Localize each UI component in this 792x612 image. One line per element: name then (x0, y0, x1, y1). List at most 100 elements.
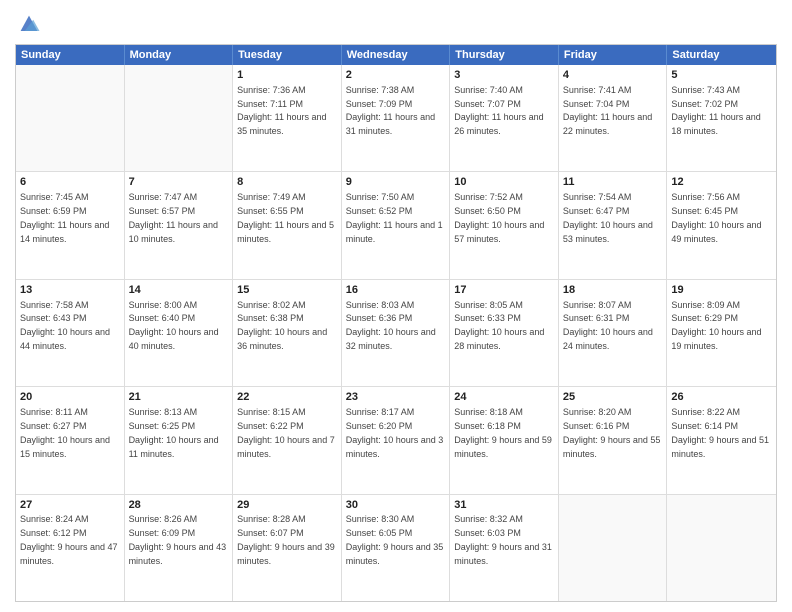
cell-info: Sunrise: 8:22 AMSunset: 6:14 PMDaylight:… (671, 407, 769, 458)
weekday-header-thursday: Thursday (450, 45, 559, 65)
calendar-cell-empty (125, 65, 234, 171)
cell-info: Sunrise: 8:28 AMSunset: 6:07 PMDaylight:… (237, 514, 335, 565)
calendar-cell-day-23: 23 Sunrise: 8:17 AMSunset: 6:20 PMDayligh… (342, 387, 451, 493)
cell-info: Sunrise: 8:15 AMSunset: 6:22 PMDaylight:… (237, 407, 335, 458)
calendar-cell-day-22: 22 Sunrise: 8:15 AMSunset: 6:22 PMDayligh… (233, 387, 342, 493)
day-number: 28 (129, 498, 229, 513)
logo-icon (15, 10, 43, 38)
day-number: 6 (20, 175, 120, 190)
weekday-header-saturday: Saturday (667, 45, 776, 65)
cell-info: Sunrise: 8:05 AMSunset: 6:33 PMDaylight:… (454, 300, 544, 351)
calendar-cell-day-26: 26 Sunrise: 8:22 AMSunset: 6:14 PMDayligh… (667, 387, 776, 493)
day-number: 29 (237, 498, 337, 513)
calendar-row-5: 27Sunrise: 8:24 AMSunset: 6:12 PMDayligh… (16, 494, 776, 601)
header (15, 10, 777, 38)
day-number: 27 (20, 498, 120, 513)
calendar-cell-day-6: 6Sunrise: 7:45 AMSunset: 6:59 PMDaylight… (16, 172, 125, 278)
day-number: 16 (346, 283, 446, 298)
cell-info: Sunrise: 8:26 AMSunset: 6:09 PMDaylight:… (129, 514, 227, 565)
day-number: 23 (346, 390, 446, 405)
calendar-cell-day-20: 20 Sunrise: 8:11 AMSunset: 6:27 PMDayligh… (16, 387, 125, 493)
calendar-cell-day-24: 24 Sunrise: 8:18 AMSunset: 6:18 PMDayligh… (450, 387, 559, 493)
day-number: 12 (671, 175, 772, 190)
calendar-cell-day-8: 8 Sunrise: 7:49 AMSunset: 6:55 PMDaylight… (233, 172, 342, 278)
calendar-cell-day-29: 29Sunrise: 8:28 AMSunset: 6:07 PMDayligh… (233, 495, 342, 601)
calendar-row-2: 6Sunrise: 7:45 AMSunset: 6:59 PMDaylight… (16, 171, 776, 278)
cell-info: Sunrise: 7:36 AMSunset: 7:11 PMDaylight:… (237, 85, 326, 136)
logo (15, 10, 47, 38)
cell-info: Sunrise: 7:50 AMSunset: 6:52 PMDaylight:… (346, 192, 443, 243)
day-number: 8 (237, 175, 337, 190)
cell-info: Sunrise: 7:41 AMSunset: 7:04 PMDaylight:… (563, 85, 652, 136)
day-number: 17 (454, 283, 554, 298)
cell-info: Sunrise: 8:02 AMSunset: 6:38 PMDaylight:… (237, 300, 327, 351)
day-number: 18 (563, 283, 663, 298)
calendar-cell-day-13: 13 Sunrise: 7:58 AMSunset: 6:43 PMDayligh… (16, 280, 125, 386)
calendar-cell-day-27: 27Sunrise: 8:24 AMSunset: 6:12 PMDayligh… (16, 495, 125, 601)
calendar-cell-day-9: 9 Sunrise: 7:50 AMSunset: 6:52 PMDaylight… (342, 172, 451, 278)
day-number: 20 (20, 390, 120, 405)
calendar-row-1: 1 Sunrise: 7:36 AMSunset: 7:11 PMDaylight… (16, 65, 776, 171)
day-number: 9 (346, 175, 446, 190)
day-number: 10 (454, 175, 554, 190)
calendar-row-3: 13 Sunrise: 7:58 AMSunset: 6:43 PMDayligh… (16, 279, 776, 386)
day-number: 21 (129, 390, 229, 405)
calendar-cell-day-21: 21Sunrise: 8:13 AMSunset: 6:25 PMDayligh… (125, 387, 234, 493)
day-number: 5 (671, 68, 772, 83)
cell-info: Sunrise: 7:40 AMSunset: 7:07 PMDaylight:… (454, 85, 543, 136)
calendar-body: 1 Sunrise: 7:36 AMSunset: 7:11 PMDaylight… (16, 65, 776, 601)
day-number: 14 (129, 283, 229, 298)
weekday-header-monday: Monday (125, 45, 234, 65)
calendar-cell-day-3: 3 Sunrise: 7:40 AMSunset: 7:07 PMDaylight… (450, 65, 559, 171)
calendar-cell-empty (667, 495, 776, 601)
calendar-cell-day-2: 2 Sunrise: 7:38 AMSunset: 7:09 PMDaylight… (342, 65, 451, 171)
cell-info: Sunrise: 7:38 AMSunset: 7:09 PMDaylight:… (346, 85, 435, 136)
day-number: 31 (454, 498, 554, 513)
weekday-header-wednesday: Wednesday (342, 45, 451, 65)
weekday-header-tuesday: Tuesday (233, 45, 342, 65)
day-number: 25 (563, 390, 663, 405)
day-number: 3 (454, 68, 554, 83)
calendar-row-4: 20 Sunrise: 8:11 AMSunset: 6:27 PMDayligh… (16, 386, 776, 493)
day-number: 22 (237, 390, 337, 405)
day-number: 11 (563, 175, 663, 190)
cell-info: Sunrise: 8:03 AMSunset: 6:36 PMDaylight:… (346, 300, 436, 351)
day-number: 2 (346, 68, 446, 83)
cell-info: Sunrise: 8:11 AMSunset: 6:27 PMDaylight:… (20, 407, 110, 458)
cell-info: Sunrise: 8:18 AMSunset: 6:18 PMDaylight:… (454, 407, 552, 458)
cell-info: Sunrise: 7:49 AMSunset: 6:55 PMDaylight:… (237, 192, 334, 243)
cell-info: Sunrise: 8:30 AMSunset: 6:05 PMDaylight:… (346, 514, 444, 565)
day-number: 7 (129, 175, 229, 190)
cell-info: Sunrise: 8:32 AMSunset: 6:03 PMDaylight:… (454, 514, 552, 565)
weekday-header-sunday: Sunday (16, 45, 125, 65)
calendar-cell-day-14: 14 Sunrise: 8:00 AMSunset: 6:40 PMDayligh… (125, 280, 234, 386)
cell-info: Sunrise: 8:09 AMSunset: 6:29 PMDaylight:… (671, 300, 761, 351)
day-number: 19 (671, 283, 772, 298)
calendar-cell-day-17: 17 Sunrise: 8:05 AMSunset: 6:33 PMDayligh… (450, 280, 559, 386)
calendar-cell-day-7: 7Sunrise: 7:47 AMSunset: 6:57 PMDaylight… (125, 172, 234, 278)
day-number: 26 (671, 390, 772, 405)
calendar-cell-day-12: 12 Sunrise: 7:56 AMSunset: 6:45 PMDayligh… (667, 172, 776, 278)
calendar-cell-day-15: 15 Sunrise: 8:02 AMSunset: 6:38 PMDayligh… (233, 280, 342, 386)
calendar-cell-empty (559, 495, 668, 601)
calendar-cell-day-30: 30Sunrise: 8:30 AMSunset: 6:05 PMDayligh… (342, 495, 451, 601)
day-number: 30 (346, 498, 446, 513)
day-number: 24 (454, 390, 554, 405)
cell-info: Sunrise: 7:58 AMSunset: 6:43 PMDaylight:… (20, 300, 110, 351)
day-number: 13 (20, 283, 120, 298)
cell-info: Sunrise: 8:17 AMSunset: 6:20 PMDaylight:… (346, 407, 444, 458)
calendar-cell-day-28: 28Sunrise: 8:26 AMSunset: 6:09 PMDayligh… (125, 495, 234, 601)
day-number: 15 (237, 283, 337, 298)
cell-info: Sunrise: 7:56 AMSunset: 6:45 PMDaylight:… (671, 192, 761, 243)
cell-info: Sunrise: 7:43 AMSunset: 7:02 PMDaylight:… (671, 85, 760, 136)
cell-info: Sunrise: 7:52 AMSunset: 6:50 PMDaylight:… (454, 192, 544, 243)
calendar-cell-day-16: 16 Sunrise: 8:03 AMSunset: 6:36 PMDayligh… (342, 280, 451, 386)
cell-info: Sunrise: 7:54 AMSunset: 6:47 PMDaylight:… (563, 192, 653, 243)
weekday-header-friday: Friday (559, 45, 668, 65)
cell-info: Sunrise: 8:00 AMSunset: 6:40 PMDaylight:… (129, 300, 219, 351)
calendar-cell-day-25: 25 Sunrise: 8:20 AMSunset: 6:16 PMDayligh… (559, 387, 668, 493)
day-number: 1 (237, 68, 337, 83)
calendar-cell-day-31: 31Sunrise: 8:32 AMSunset: 6:03 PMDayligh… (450, 495, 559, 601)
cell-info: Sunrise: 8:20 AMSunset: 6:16 PMDaylight:… (563, 407, 661, 458)
calendar: SundayMondayTuesdayWednesdayThursdayFrid… (15, 44, 777, 602)
